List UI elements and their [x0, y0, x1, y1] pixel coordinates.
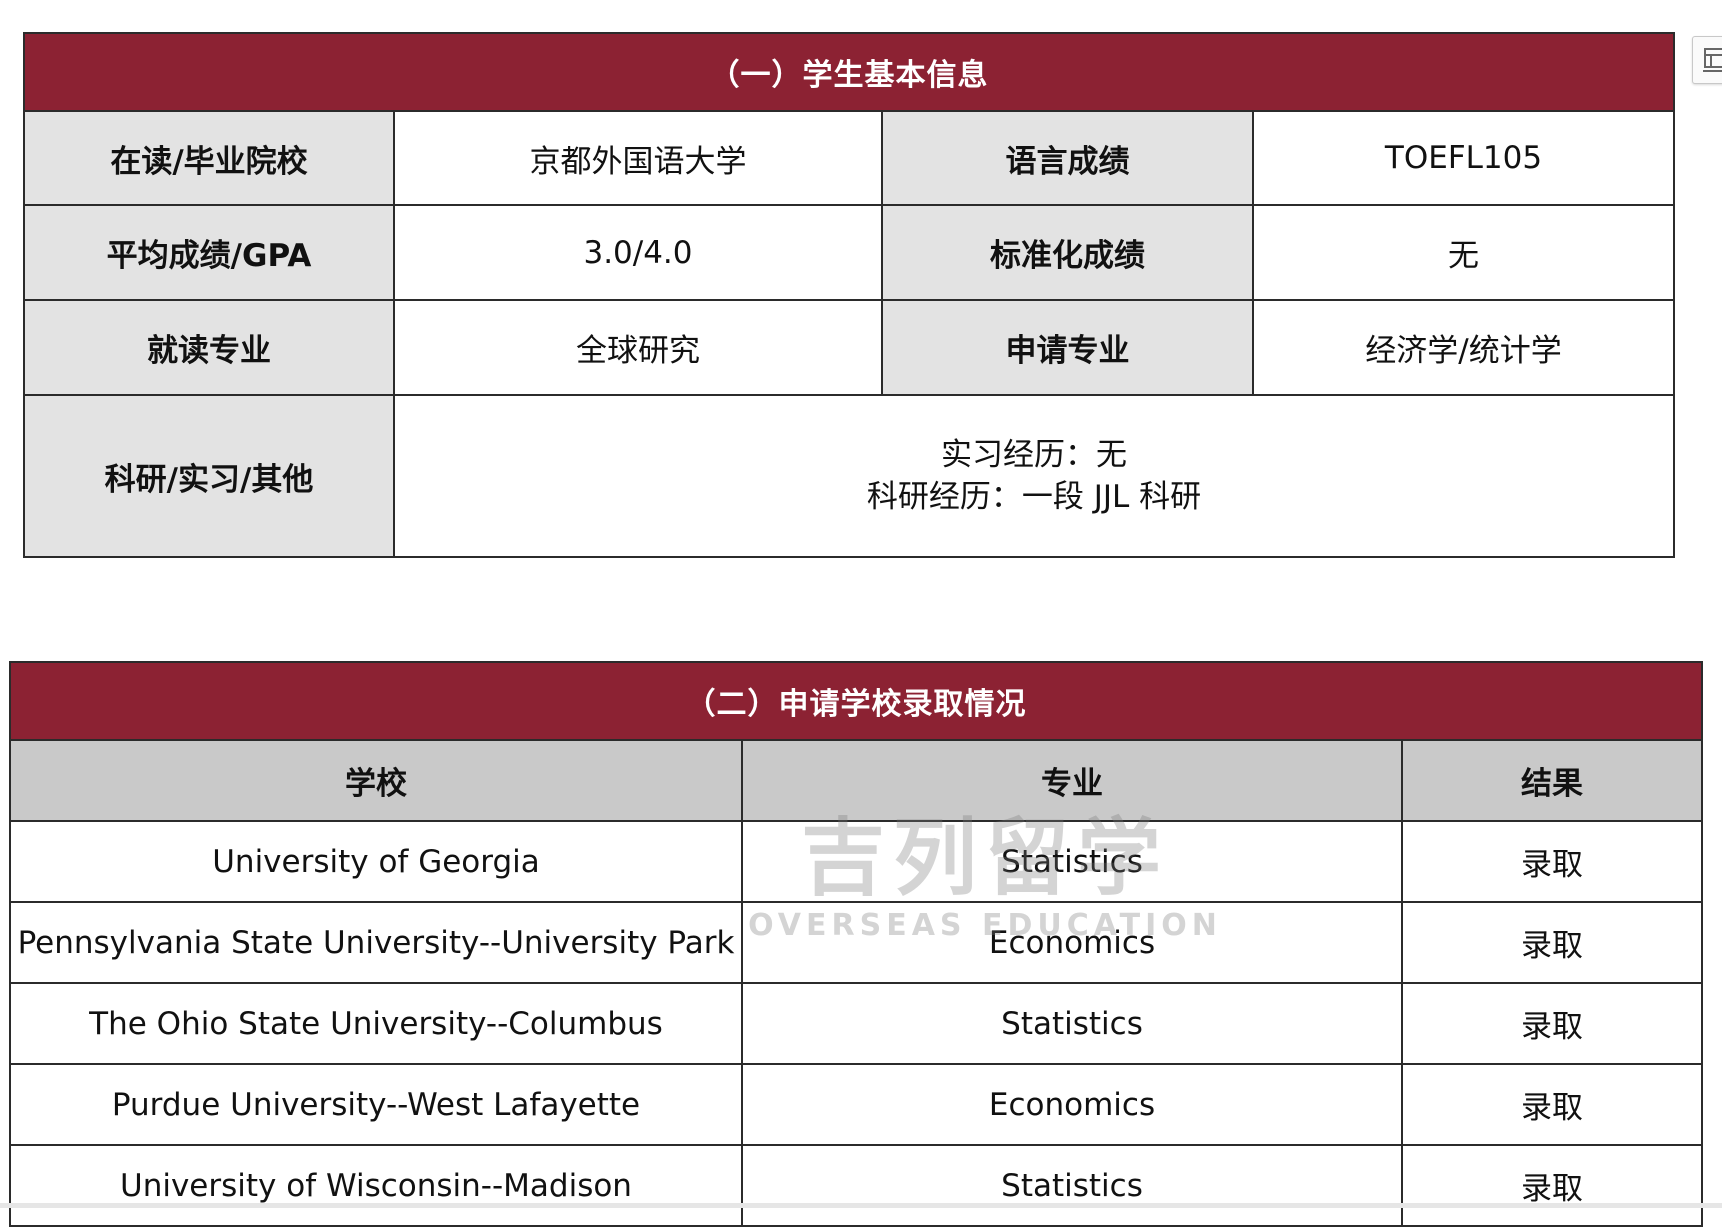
table-row: The Ohio State University--Columbus Stat…	[9, 982, 1704, 1065]
label-standardized-score: 标准化成绩	[881, 204, 1254, 301]
major-cell: Economics	[741, 1063, 1403, 1146]
value-current-major: 全球研究	[393, 299, 883, 396]
column-header-school: 学校	[9, 739, 743, 822]
major-cell: Statistics	[741, 982, 1403, 1065]
result-cell: 录取	[1400, 982, 1704, 1065]
value-gpa: 3.0/4.0	[393, 204, 883, 301]
school-cell: Purdue University--West Lafayette	[9, 1063, 743, 1146]
side-toolbar-button[interactable]	[1692, 36, 1722, 84]
major-cell: Economics	[741, 901, 1403, 984]
value-applied-major: 经济学/统计学	[1252, 299, 1675, 396]
result-cell: 录取	[1400, 1063, 1704, 1146]
student-info-table: （一）学生基本信息 在读/毕业院校 京都外国语大学 语言成绩 TOEFL105 …	[23, 32, 1675, 558]
table-row: University of Wisconsin--Madison Statist…	[9, 1144, 1704, 1227]
column-header-major: 专业	[741, 739, 1403, 822]
admission-results-table: （二）申请学校录取情况 学校 专业 结果 University of Georg…	[8, 661, 1704, 1227]
column-header-result: 结果	[1400, 739, 1704, 822]
section2-title: （二）申请学校录取情况	[8, 661, 1704, 741]
table-row: University of Georgia Statistics 录取	[9, 820, 1704, 903]
table-row: Purdue University--West Lafayette Econom…	[9, 1063, 1704, 1146]
value-school: 京都外国语大学	[393, 110, 883, 206]
major-cell: Statistics	[741, 1144, 1403, 1227]
school-cell: The Ohio State University--Columbus	[9, 982, 743, 1065]
result-cell: 录取	[1400, 820, 1704, 903]
label-school: 在读/毕业院校	[23, 110, 395, 206]
table-row: Pennsylvania State University--Universit…	[9, 901, 1704, 984]
bottom-scroll-edge	[0, 1203, 1722, 1208]
research-line: 科研经历：一段 JJL 科研	[866, 479, 1202, 515]
label-applied-major: 申请专业	[881, 299, 1254, 396]
major-cell: Statistics	[741, 820, 1403, 903]
result-cell: 录取	[1400, 1144, 1704, 1227]
screenshot-icon	[1703, 48, 1722, 72]
value-standardized-score: 无	[1252, 204, 1675, 301]
label-current-major: 就读专业	[23, 299, 395, 396]
school-cell: University of Georgia	[9, 820, 743, 903]
label-experience: 科研/实习/其他	[23, 394, 395, 558]
section1-title: （一）学生基本信息	[23, 32, 1675, 112]
school-cell: University of Wisconsin--Madison	[9, 1144, 743, 1227]
value-experience: 实习经历：无 科研经历：一段 JJL 科研	[393, 394, 1675, 558]
label-language-score: 语言成绩	[881, 110, 1254, 206]
label-gpa: 平均成绩/GPA	[23, 204, 395, 301]
result-cell: 录取	[1400, 901, 1704, 984]
school-cell: Pennsylvania State University--Universit…	[9, 901, 743, 984]
value-language-score: TOEFL105	[1252, 110, 1675, 206]
internship-line: 实习经历：无	[941, 437, 1127, 473]
